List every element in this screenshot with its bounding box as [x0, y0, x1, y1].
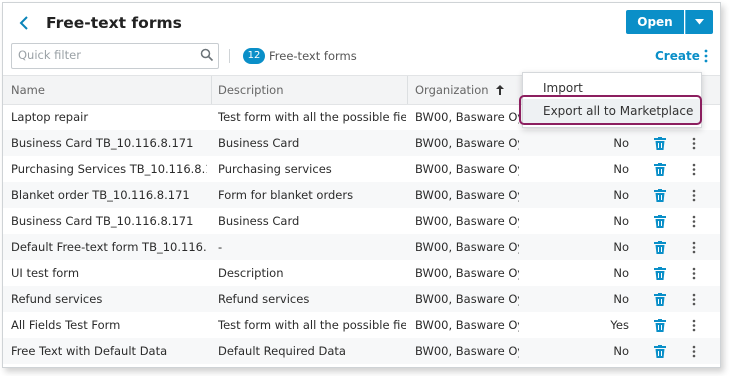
count-badge: 12 [243, 48, 265, 64]
row-organization: BW00, Basware Oyj [415, 240, 519, 254]
sort-up-icon [496, 85, 505, 95]
page-title: Free-text forms [46, 14, 182, 32]
row-name[interactable]: UI test form [11, 260, 207, 286]
row-name[interactable]: Business Card TB_10.116.8.171 [11, 208, 207, 234]
row-flag: Yes [610, 318, 629, 332]
trash-icon[interactable] [654, 189, 666, 202]
toolbar-divider [229, 49, 230, 63]
row-organization: BW00, Basware Oyj [415, 214, 519, 228]
row-description: Business Card [218, 214, 300, 228]
table-row[interactable]: Business Card TB_10.116.8.171 Business C… [3, 130, 720, 156]
column-header-name[interactable]: Name [11, 76, 45, 104]
table-row[interactable]: Business Card TB_10.116.8.171 Business C… [3, 208, 720, 234]
trash-icon[interactable] [654, 241, 666, 254]
row-name[interactable]: Free Text with Default Data [11, 338, 207, 364]
highlight-outline [519, 95, 702, 125]
trash-icon[interactable] [654, 345, 666, 358]
row-name[interactable]: Purchasing Services TB_10.116.8.171 [11, 156, 207, 182]
column-divider [407, 76, 408, 104]
table-row[interactable]: Default Free-text form TB_10.116.8.171 -… [3, 234, 720, 260]
column-header-description[interactable]: Description [218, 76, 284, 104]
row-name[interactable]: Blanket order TB_10.116.8.171 [11, 182, 207, 208]
row-description: Form for blanket orders [218, 188, 354, 202]
free-text-forms-panel: Free-text forms Open 12 Free-text forms … [2, 2, 721, 368]
table-row[interactable]: All Fields Test Form Test form with all … [3, 312, 720, 338]
column-divider [211, 76, 212, 104]
trash-icon[interactable] [654, 319, 666, 332]
table-row[interactable]: Free Text with Default Data Default Requ… [3, 338, 720, 364]
row-name[interactable]: Business Card TB_10.116.8.171 [11, 130, 207, 156]
row-kebab-icon[interactable] [691, 241, 697, 254]
row-flag: No [613, 292, 629, 306]
trash-icon[interactable] [654, 267, 666, 280]
row-flag: No [613, 162, 629, 176]
row-flag: No [613, 240, 629, 254]
row-organization: BW00, Basware Oyj [415, 318, 519, 332]
count-label: Free-text forms [269, 49, 357, 63]
trash-icon[interactable] [654, 163, 666, 176]
row-organization: BW00, Basware Oyj [415, 162, 519, 176]
row-description: - [218, 240, 223, 254]
row-flag: No [613, 188, 629, 202]
row-kebab-icon[interactable] [691, 319, 697, 332]
open-menu-button[interactable] [685, 10, 713, 34]
trash-icon[interactable] [654, 137, 666, 150]
back-arrow-icon[interactable] [17, 13, 33, 33]
row-organization: BW00, Basware Oyj [415, 266, 519, 280]
row-organization: BW00, Basware Oyj [415, 292, 519, 306]
row-kebab-icon[interactable] [691, 267, 697, 280]
row-description: Purchasing services [218, 162, 332, 176]
create-button[interactable]: Create [655, 48, 700, 64]
quick-filter-input[interactable] [12, 44, 204, 66]
row-kebab-icon[interactable] [691, 345, 697, 358]
row-kebab-icon[interactable] [691, 137, 697, 150]
row-name[interactable]: Refund services [11, 286, 207, 312]
row-flag: No [613, 344, 629, 358]
row-kebab-icon[interactable] [691, 215, 697, 228]
table-row[interactable]: UI test form Description BW00, Basware O… [3, 260, 720, 286]
row-kebab-icon[interactable] [691, 189, 697, 202]
chevron-down-icon [695, 19, 704, 25]
row-kebab-icon[interactable] [691, 293, 697, 306]
row-name[interactable]: All Fields Test Form [11, 312, 207, 338]
row-organization: BW00, Basware Oyj [415, 344, 519, 358]
row-description: Refund services [218, 292, 310, 306]
trash-icon[interactable] [654, 215, 666, 228]
row-description: Test form with all the possible fields [218, 110, 406, 124]
row-organization: BW00, Basware Oyj [415, 110, 519, 124]
open-button[interactable]: Open [626, 10, 684, 34]
column-header-organization[interactable]: Organization [415, 76, 505, 104]
column-header-organization-label: Organization [415, 83, 489, 97]
table-row[interactable]: Purchasing Services TB_10.116.8.171 Purc… [3, 156, 720, 182]
row-organization: BW00, Basware Oyj [415, 188, 519, 202]
row-kebab-icon[interactable] [691, 163, 697, 176]
row-name[interactable]: Laptop repair [11, 104, 207, 130]
row-organization: BW00, Basware Oyj [415, 136, 519, 150]
search-icon[interactable] [200, 48, 214, 62]
row-description: Description [218, 266, 284, 280]
row-description: Business Card [218, 136, 300, 150]
row-description: Default Required Data [218, 344, 346, 358]
row-description: Test form with all the possible fields [218, 318, 406, 332]
table-row[interactable]: Refund services Refund services BW00, Ba… [3, 286, 720, 312]
row-flag: No [613, 266, 629, 280]
table-row[interactable]: Blanket order TB_10.116.8.171 Form for b… [3, 182, 720, 208]
row-name[interactable]: Default Free-text form TB_10.116.8.171 [11, 234, 207, 260]
more-options-icon[interactable] [703, 49, 709, 63]
row-flag: No [613, 214, 629, 228]
trash-icon[interactable] [654, 293, 666, 306]
row-flag: No [613, 136, 629, 150]
quick-filter [11, 43, 219, 69]
